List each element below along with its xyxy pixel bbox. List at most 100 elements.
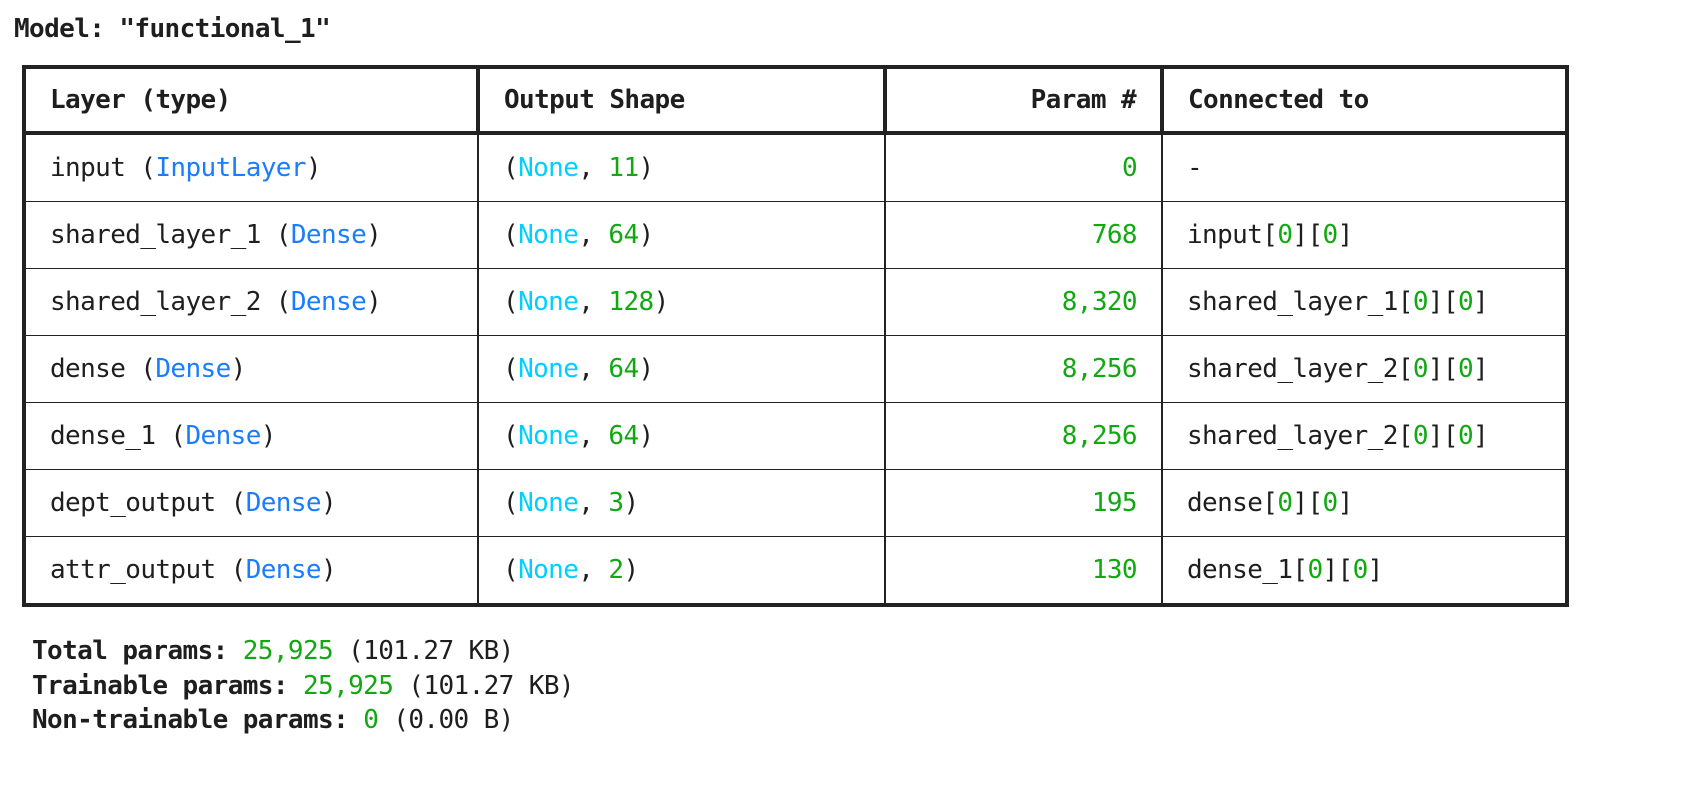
summary-line: Non-trainable params: 0 (0.00 B) bbox=[32, 703, 574, 738]
model-title: Model: "functional_1" bbox=[14, 14, 331, 44]
output-shape-cell: (None, 64) bbox=[477, 335, 886, 403]
shape-segment: , bbox=[578, 555, 609, 585]
model-summary-table: Layer (type) Output Shape Param # Connec… bbox=[22, 65, 1569, 607]
summary-size: (0.00 B) bbox=[378, 705, 514, 735]
output-shape-cell: (None, 64) bbox=[477, 402, 886, 470]
shape-segment: 64 bbox=[608, 354, 639, 384]
header-connected-to: Connected to bbox=[1160, 65, 1569, 135]
layer-segment: attr_output ( bbox=[50, 555, 246, 585]
shape-segment: None bbox=[518, 220, 579, 250]
table-row: shared_layer_2 (Dense) (None, 128) 8,320 sh… bbox=[23, 268, 1568, 336]
connected-segment: 0 bbox=[1412, 287, 1429, 317]
layer-segment: ) bbox=[230, 354, 247, 384]
layer-segment: shared_layer_1 ( bbox=[50, 220, 291, 250]
shape-segment: ( bbox=[503, 555, 519, 585]
connected-segment: dense[ bbox=[1187, 488, 1278, 518]
layer-cell: dense (Dense) bbox=[23, 335, 479, 403]
shape-segment: ) bbox=[638, 421, 655, 451]
table-row: input (InputLayer) (None, 11) 0- bbox=[23, 133, 1568, 202]
shape-segment: None bbox=[518, 488, 579, 518]
output-shape-cell: (None, 128) bbox=[477, 268, 886, 336]
layer-segment: Dense bbox=[290, 220, 367, 250]
layer-segment: dense ( bbox=[50, 354, 156, 384]
connected-to-cell: shared_layer_2[0][0] bbox=[1161, 402, 1568, 470]
shape-segment: , bbox=[578, 287, 609, 317]
summary-label: Trainable params: bbox=[32, 670, 303, 701]
shape-segment: 128 bbox=[608, 287, 654, 317]
shape-segment: 3 bbox=[608, 488, 624, 518]
connected-segment: ][ bbox=[1427, 287, 1459, 317]
shape-segment: , bbox=[578, 220, 609, 250]
layer-segment: InputLayer bbox=[155, 153, 306, 183]
connected-segment: shared_layer_2[ bbox=[1187, 354, 1413, 384]
connected-segment: 0 bbox=[1322, 220, 1339, 250]
connected-segment: ] bbox=[1337, 220, 1354, 250]
layer-segment: ) bbox=[366, 287, 382, 317]
connected-segment: 0 bbox=[1457, 287, 1474, 317]
layer-cell: shared_layer_1 (Dense) bbox=[23, 201, 479, 269]
layer-segment: input ( bbox=[50, 153, 156, 183]
layer-segment: ) bbox=[320, 488, 337, 518]
connected-segment: ][ bbox=[1292, 488, 1323, 518]
connected-segment: 0 bbox=[1412, 354, 1429, 384]
connected-to-cell: shared_layer_1[0][0] bbox=[1161, 268, 1568, 336]
connected-segment: ] bbox=[1473, 421, 1489, 451]
summary-value: 0 bbox=[363, 705, 379, 735]
header-layer-type: Layer (type) bbox=[22, 65, 480, 135]
layer-segment: shared_layer_2 ( bbox=[50, 287, 291, 317]
shape-segment: , bbox=[578, 153, 609, 183]
connected-segment: - bbox=[1187, 153, 1203, 183]
param-count-cell: 0 bbox=[884, 133, 1163, 202]
layer-cell: attr_output (Dense) bbox=[23, 536, 479, 606]
param-count-cell: 195 bbox=[884, 469, 1163, 537]
connected-segment: ][ bbox=[1427, 354, 1459, 384]
summary-size: (101.27 KB) bbox=[333, 636, 514, 666]
layer-segment: Dense bbox=[185, 421, 261, 451]
connected-segment: ] bbox=[1473, 287, 1489, 317]
shape-segment: ) bbox=[623, 555, 639, 585]
connected-segment: 0 bbox=[1412, 421, 1429, 451]
shape-segment: ) bbox=[638, 220, 655, 250]
summary-line: Trainable params: 25,925 (101.27 KB) bbox=[32, 669, 575, 704]
connected-segment: shared_layer_1[ bbox=[1187, 287, 1413, 317]
connected-segment: 0 bbox=[1307, 555, 1323, 585]
connected-segment: ][ bbox=[1427, 421, 1459, 451]
shape-segment: ( bbox=[503, 153, 519, 183]
layer-cell: shared_layer_2 (Dense) bbox=[23, 268, 479, 336]
shape-segment: 64 bbox=[608, 421, 639, 451]
layer-segment: ) bbox=[260, 421, 277, 451]
connected-to-cell: dense[0][0] bbox=[1161, 469, 1568, 537]
shape-segment: ) bbox=[638, 354, 655, 384]
param-count-cell: 8,256 bbox=[884, 402, 1163, 470]
shape-segment: ) bbox=[623, 488, 639, 518]
connected-segment: 0 bbox=[1322, 488, 1339, 518]
connected-segment: ] bbox=[1337, 488, 1354, 518]
param-count-cell: 768 bbox=[884, 201, 1163, 269]
shape-segment: ( bbox=[503, 354, 519, 384]
shape-segment: ) bbox=[638, 153, 655, 183]
layer-segment: dense_1 ( bbox=[50, 421, 186, 451]
shape-segment: None bbox=[518, 555, 579, 585]
layer-cell: input (InputLayer) bbox=[23, 133, 479, 202]
summary-size: (101.27 KB) bbox=[393, 670, 574, 701]
connected-segment: input[ bbox=[1187, 220, 1278, 250]
connected-segment: shared_layer_2[ bbox=[1187, 421, 1413, 451]
param-count-cell: 130 bbox=[884, 536, 1163, 606]
connected-segment: ][ bbox=[1292, 220, 1323, 250]
shape-segment: ( bbox=[503, 220, 519, 250]
shape-segment: ( bbox=[503, 287, 519, 317]
summary-value: 25,925 bbox=[302, 670, 394, 701]
shape-segment: , bbox=[578, 421, 609, 451]
layer-segment: Dense bbox=[155, 354, 231, 384]
summary-line: Total params: 25,925 (101.27 KB) bbox=[32, 634, 574, 669]
params-summary: Total params: 25,925 (101.27 KB) Trainabl… bbox=[32, 634, 575, 738]
connected-segment: ] bbox=[1473, 354, 1489, 384]
connected-to-cell: - bbox=[1161, 133, 1568, 202]
header-output-shape: Output Shape bbox=[476, 65, 887, 135]
shape-segment: None bbox=[518, 354, 579, 384]
shape-segment: None bbox=[518, 153, 579, 183]
connected-segment: 0 bbox=[1457, 421, 1474, 451]
shape-segment: None bbox=[518, 421, 579, 451]
table-row: dense (Dense) (None, 64) 8,256 shared_layer… bbox=[23, 335, 1568, 403]
table-row: shared_layer_1 (Dense) (None, 64) 768 input… bbox=[23, 201, 1568, 269]
